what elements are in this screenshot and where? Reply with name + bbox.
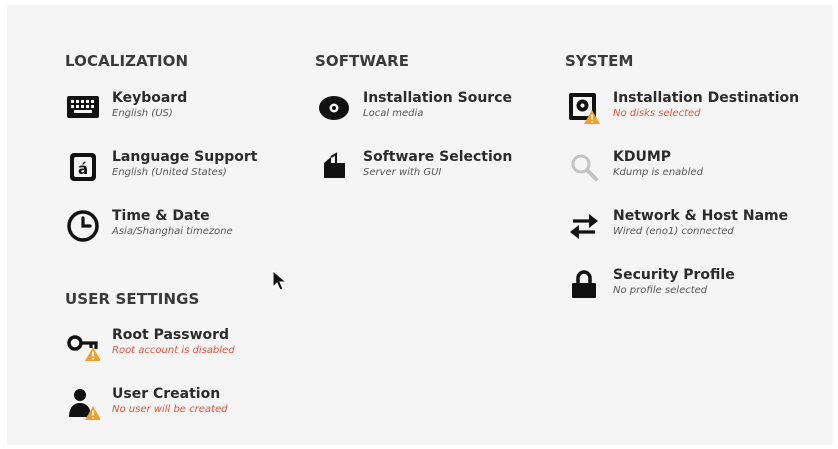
system-heading: SYSTEM [565,52,634,70]
user-creation-spoke[interactable]: User Creation No user will be created [66,386,306,427]
software-selection-spoke[interactable]: Software Selection Server with GUI [317,149,557,190]
installation-destination-status: No disks selected [613,108,701,119]
lock-icon [567,268,601,302]
software-selection-status: Server with GUI [363,167,442,178]
harddisk-warning-icon [567,91,601,125]
time-date-status: Asia/Shanghai timezone [112,226,233,237]
time-date-spoke[interactable]: Time & Date Asia/Shanghai timezone [66,208,306,249]
svg-text:á: á [78,160,88,178]
kdump-title: KDUMP [613,149,672,165]
network-hostname-title: Network & Host Name [613,208,789,224]
keyboard-title: Keyboard [112,90,188,106]
security-profile-spoke[interactable]: Security Profile No profile selected [567,267,807,308]
keyboard-spoke[interactable]: Keyboard English (US) [66,90,306,131]
security-profile-status: No profile selected [613,285,708,296]
keyboard-status: English (US) [112,108,173,119]
software-heading: SOFTWARE [315,52,410,70]
mouse-cursor-icon [272,270,288,291]
clock-icon [66,209,100,243]
user-warning-icon [66,387,100,421]
keyboard-icon [66,91,100,125]
root-password-status: Root account is disabled [112,345,235,356]
time-date-title: Time & Date [112,208,210,224]
user-creation-status: No user will be created [112,404,228,415]
language-support-title: Language Support [112,149,258,165]
language-support-spoke[interactable]: á Language Support English (United State… [66,149,306,190]
kdump-spoke[interactable]: KDUMP Kdump is enabled [567,149,807,190]
user-settings-heading: USER SETTINGS [65,290,200,308]
disc-icon [317,91,351,125]
root-password-title: Root Password [112,327,230,343]
installation-source-status: Local media [363,108,424,119]
installation-source-title: Installation Source [363,90,513,106]
localization-heading: LOCALIZATION [65,52,189,70]
language-support-status: English (United States) [112,167,227,178]
installation-destination-spoke[interactable]: Installation Destination No disks select… [567,90,807,131]
installation-destination-title: Installation Destination [613,90,800,106]
software-selection-title: Software Selection [363,149,513,165]
package-icon [317,150,351,184]
user-creation-title: User Creation [112,386,221,402]
kdump-status: Kdump is enabled [613,167,703,178]
key-warning-icon [66,328,100,362]
root-password-spoke[interactable]: Root Password Root account is disabled [66,327,306,368]
network-hostname-status: Wired (eno1) connected [613,226,734,237]
language-icon: á [66,150,100,184]
security-profile-title: Security Profile [613,267,735,283]
network-arrows-icon [567,209,601,243]
network-hostname-spoke[interactable]: Network & Host Name Wired (eno1) connect… [567,208,807,249]
magnifier-icon [567,150,601,184]
installation-source-spoke[interactable]: Installation Source Local media [317,90,557,131]
